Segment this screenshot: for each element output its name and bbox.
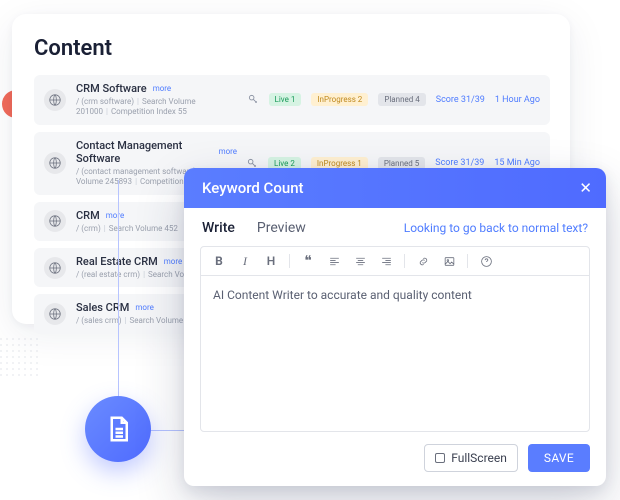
modal-tabs: Write Preview Looking to go back to norm… <box>184 208 606 246</box>
modal-header: Keyword Count ✕ <box>184 168 606 208</box>
decorative-dots <box>0 336 38 376</box>
more-link[interactable]: more <box>135 303 153 312</box>
more-link[interactable]: more <box>153 84 171 93</box>
score-text: Score 31/39 <box>435 158 484 168</box>
row-slug: / (contact management software) <box>76 167 196 176</box>
row-volume: Search Volume 452 <box>109 224 178 233</box>
close-icon[interactable]: ✕ <box>579 179 592 197</box>
bold-icon[interactable]: B <box>211 253 227 269</box>
keyword-icon <box>248 94 259 105</box>
live-pill: Live 1 <box>269 93 302 106</box>
italic-icon[interactable]: I <box>237 253 253 269</box>
fullscreen-label: FullScreen <box>451 451 507 465</box>
tab-write[interactable]: Write <box>202 220 235 236</box>
row-volume: Search Vol <box>148 270 186 279</box>
quote-icon[interactable]: ❝ <box>300 253 316 269</box>
link-icon[interactable] <box>415 253 431 269</box>
row-slug: / (crm software) <box>76 97 134 106</box>
time-text: 15 Min Ago <box>494 158 540 168</box>
editor-toolbar: B I H ❝ <box>201 247 589 276</box>
row-title: CRM Software <box>76 82 147 95</box>
editor-body[interactable]: AI Content Writer to accurate and qualit… <box>201 276 589 431</box>
progress-pill: InProgress 2 <box>311 93 368 106</box>
row-competition: Competition Index 55 <box>111 107 187 116</box>
more-link[interactable]: more <box>164 257 182 266</box>
help-icon[interactable] <box>478 253 494 269</box>
row-title: CRM <box>76 209 100 222</box>
more-link[interactable]: more <box>106 211 124 220</box>
row-title: Contact Management Software <box>76 139 213 165</box>
globe-icon <box>44 89 66 111</box>
toolbar-divider <box>404 254 405 268</box>
align-left-icon[interactable] <box>326 253 342 269</box>
modal-footer: FullScreen SAVE <box>184 444 606 486</box>
globe-icon <box>44 303 66 325</box>
row-volume: Search Volume <box>129 316 183 325</box>
row-slug: / (sales crm) <box>76 316 122 325</box>
toolbar-divider <box>467 254 468 268</box>
planned-pill: Planned 4 <box>378 93 425 106</box>
row-title: Real Estate CRM <box>76 255 158 268</box>
fullscreen-button[interactable]: FullScreen <box>424 444 518 472</box>
document-badge-icon <box>85 396 151 462</box>
page-title: Content <box>34 36 550 61</box>
globe-icon <box>44 152 66 174</box>
row-slug: / (real estate crm) <box>76 270 140 279</box>
more-link[interactable]: more <box>219 147 237 156</box>
align-center-icon[interactable] <box>352 253 368 269</box>
row-title: Sales CRM <box>76 301 129 314</box>
score-text: Score 31/39 <box>436 95 485 105</box>
globe-icon <box>44 257 66 279</box>
align-right-icon[interactable] <box>378 253 394 269</box>
editor: B I H ❝ AI Content Writer to accurate an… <box>200 246 590 432</box>
save-button[interactable]: SAVE <box>528 444 590 472</box>
toolbar-divider <box>289 254 290 268</box>
checkbox-icon <box>435 453 445 463</box>
tab-preview[interactable]: Preview <box>257 220 306 236</box>
normal-text-hint[interactable]: Looking to go back to normal text? <box>404 221 588 235</box>
time-text: 1 Hour Ago <box>495 95 540 105</box>
keyword-count-modal: Keyword Count ✕ Write Preview Looking to… <box>184 168 606 486</box>
heading-icon[interactable]: H <box>263 253 279 269</box>
row-main: CRM Software more / (crm software)|Searc… <box>76 82 238 118</box>
modal-title: Keyword Count <box>202 179 304 197</box>
image-icon[interactable] <box>441 253 457 269</box>
row-slug: / (crm) <box>76 224 101 233</box>
content-row[interactable]: CRM Software more / (crm software)|Searc… <box>34 75 550 125</box>
globe-icon <box>44 210 66 232</box>
